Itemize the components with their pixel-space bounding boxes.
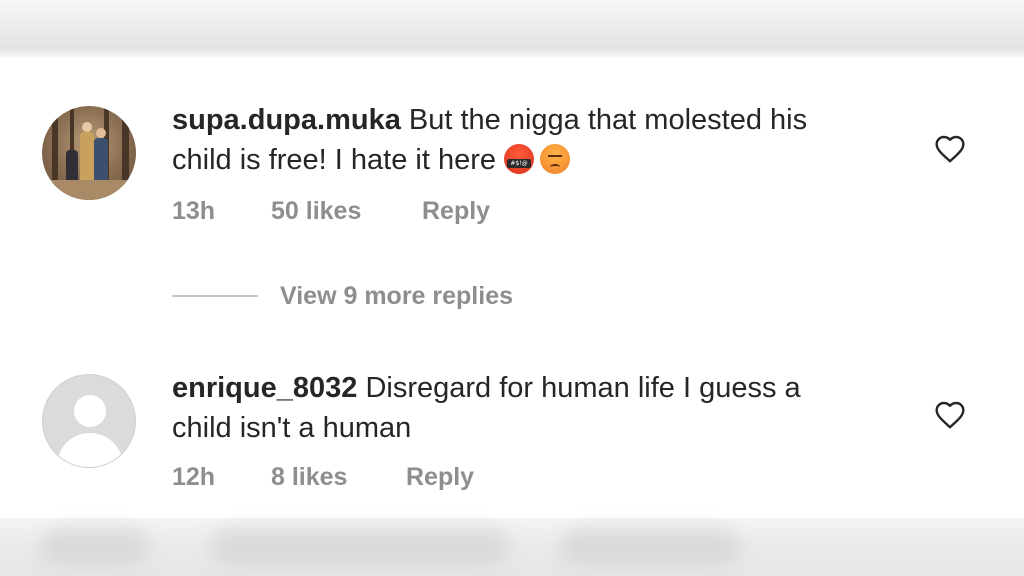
comment-time: 13h: [172, 197, 216, 225]
reply-button[interactable]: Reply: [422, 196, 490, 226]
avatar[interactable]: [42, 374, 136, 468]
angry-face-emoji: [540, 144, 570, 174]
view-more-replies[interactable]: View 9 more replies: [172, 280, 672, 312]
heart-outline-icon[interactable]: [934, 134, 966, 164]
comment-time: 12h: [172, 463, 216, 491]
face-with-symbols-on-mouth-emoji: [504, 144, 534, 174]
avatar[interactable]: [42, 106, 136, 200]
comment-likes[interactable]: 8 likes: [271, 462, 347, 492]
heart-outline-icon[interactable]: [934, 400, 966, 430]
blurred-bottom-area: [0, 518, 1024, 576]
comment-username[interactable]: enrique_8032: [172, 372, 357, 404]
comment-username[interactable]: supa.dupa.muka: [172, 104, 401, 136]
comment-text: enrique_8032 Disregard for human life I …: [172, 368, 912, 448]
default-avatar-body: [57, 433, 123, 467]
default-avatar-head: [74, 395, 106, 427]
comment-likes[interactable]: 50 likes: [271, 196, 361, 226]
comment-body-line1: Disregard for human life I guess a: [365, 372, 801, 404]
replies-divider: [172, 295, 258, 297]
comment-body-line1: But the nigga that molested his: [408, 104, 808, 136]
view-replies-label[interactable]: View 9 more replies: [280, 280, 513, 312]
reply-button[interactable]: Reply: [406, 462, 474, 492]
comment-body-line2: child is free! I hate it here: [172, 144, 496, 176]
comment-text: supa.dupa.muka But the nigga that molest…: [172, 100, 912, 180]
comment-body-line2: child isn't a human: [172, 412, 412, 444]
blurred-top-area: [0, 0, 1024, 58]
